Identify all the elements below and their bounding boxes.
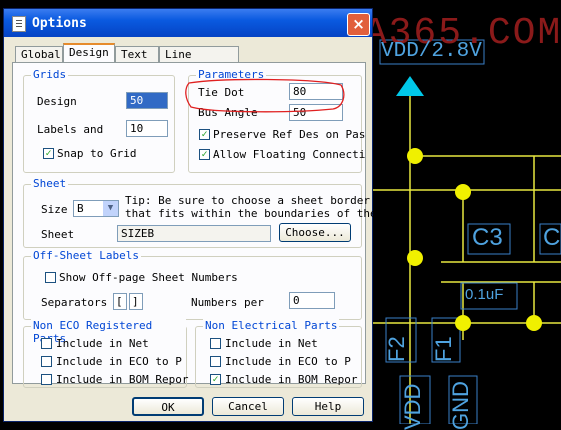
cap-ref-c3: C3 [472,224,503,251]
cap-value: 0.1uF [465,286,504,303]
off-sheet-title: Off-Sheet Labels [31,249,141,262]
chevron-down-icon[interactable]: ▼ [103,201,118,216]
non-elec-net-checkbox[interactable] [210,338,221,349]
snap-to-grid-checkbox[interactable]: ✓ [43,148,54,159]
annotation-ellipse [185,78,345,113]
labels-grid-input[interactable]: 10 [126,120,168,137]
sheet-name-label: Sheet [41,228,75,241]
numbers-per-input[interactable]: 0 [289,292,335,309]
non-eco-net-checkbox[interactable] [41,338,52,349]
sheet-size-value: B [77,202,84,215]
net-label-f1: F1 [431,336,456,362]
net-label-f2: F2 [384,336,409,362]
grids-title: Grids [31,68,69,81]
design-grid-input[interactable]: 50 [126,92,168,109]
net-label-gnd: GND [448,381,473,430]
non-elec-eco-checkbox[interactable] [210,356,221,367]
sheet-name-field: SIZEB [117,225,271,242]
junction-dot [526,315,542,331]
non-eco-bom-label: Include in BOM Repor [56,373,189,386]
non-eco-eco-label: Include in ECO to P [56,355,182,368]
allow-floating-checkbox[interactable]: ✓ [199,149,210,160]
separator-left-input[interactable]: [ [113,293,127,310]
off-sheet-group: Off-Sheet Labels [23,249,362,320]
non-elec-bom-checkbox[interactable]: ✓ [210,374,221,385]
junction-dot [455,184,471,200]
preserve-ref-des-checkbox[interactable]: ✓ [199,129,210,140]
allow-floating-label: Allow Floating Connecti [213,148,366,161]
tab-global[interactable]: Global [15,46,63,62]
power-arrow-icon [396,76,424,96]
sheet-size-label: Size [41,203,68,216]
design-grid-label: Design [37,95,77,108]
sheet-tip-line2: that fits within the boundaries of the [125,207,377,220]
junction-dot [455,315,471,331]
help-button[interactable]: Help [292,397,364,416]
separators-label: Separators [41,296,108,309]
snap-to-grid-label: Snap to Grid [57,147,137,160]
junction-dot [407,250,423,266]
ok-button[interactable]: OK [132,397,204,416]
preserve-ref-des-label: Preserve Ref Des on Pas [213,128,366,141]
options-dialog: Options × Global Design Text Line Widths… [3,8,377,422]
net-label-vdd: VDD [400,383,425,430]
cap-ref-partial: C [543,224,561,251]
tab-design[interactable]: Design [63,43,115,63]
sheet-size-select[interactable]: B ▼ [73,200,119,217]
non-eco-net-label: Include in Net [56,337,149,350]
non-elec-eco-label: Include in ECO to P [225,355,351,368]
labels-grid-label: Labels and [37,123,104,136]
show-off-page-label: Show Off-page Sheet Numbers [59,271,238,284]
dialog-title: Options [32,16,87,31]
design-tab-panel: Grids Design 50 Labels and 10 ✓ Snap to … [12,62,377,388]
separator-right-input[interactable]: ] [129,293,143,310]
tab-text[interactable]: Text [115,46,159,62]
non-eco-bom-checkbox[interactable] [41,374,52,385]
tab-line-widths[interactable]: Line Widths [159,46,239,74]
non-elec-net-label: Include in Net [225,337,318,350]
sheet-tip-line1: Tip: Be sure to choose a sheet border [125,194,371,207]
cancel-button[interactable]: Cancel [212,397,284,416]
power-net-label: VDD/2.8V [381,40,482,63]
non-electrical-title: Non Electrical Parts [203,319,340,332]
junction-dot [407,148,423,164]
close-button[interactable]: × [347,13,370,36]
sheet-title: Sheet [31,177,69,190]
title-bar[interactable]: Options × [4,9,372,37]
app-icon [12,16,26,32]
non-eco-eco-checkbox[interactable] [41,356,52,367]
choose-button[interactable]: Choose... [279,223,351,242]
non-elec-bom-label: Include in BOM Repor [225,373,358,386]
show-off-page-checkbox[interactable] [45,272,56,283]
numbers-per-label: Numbers per [191,296,264,309]
